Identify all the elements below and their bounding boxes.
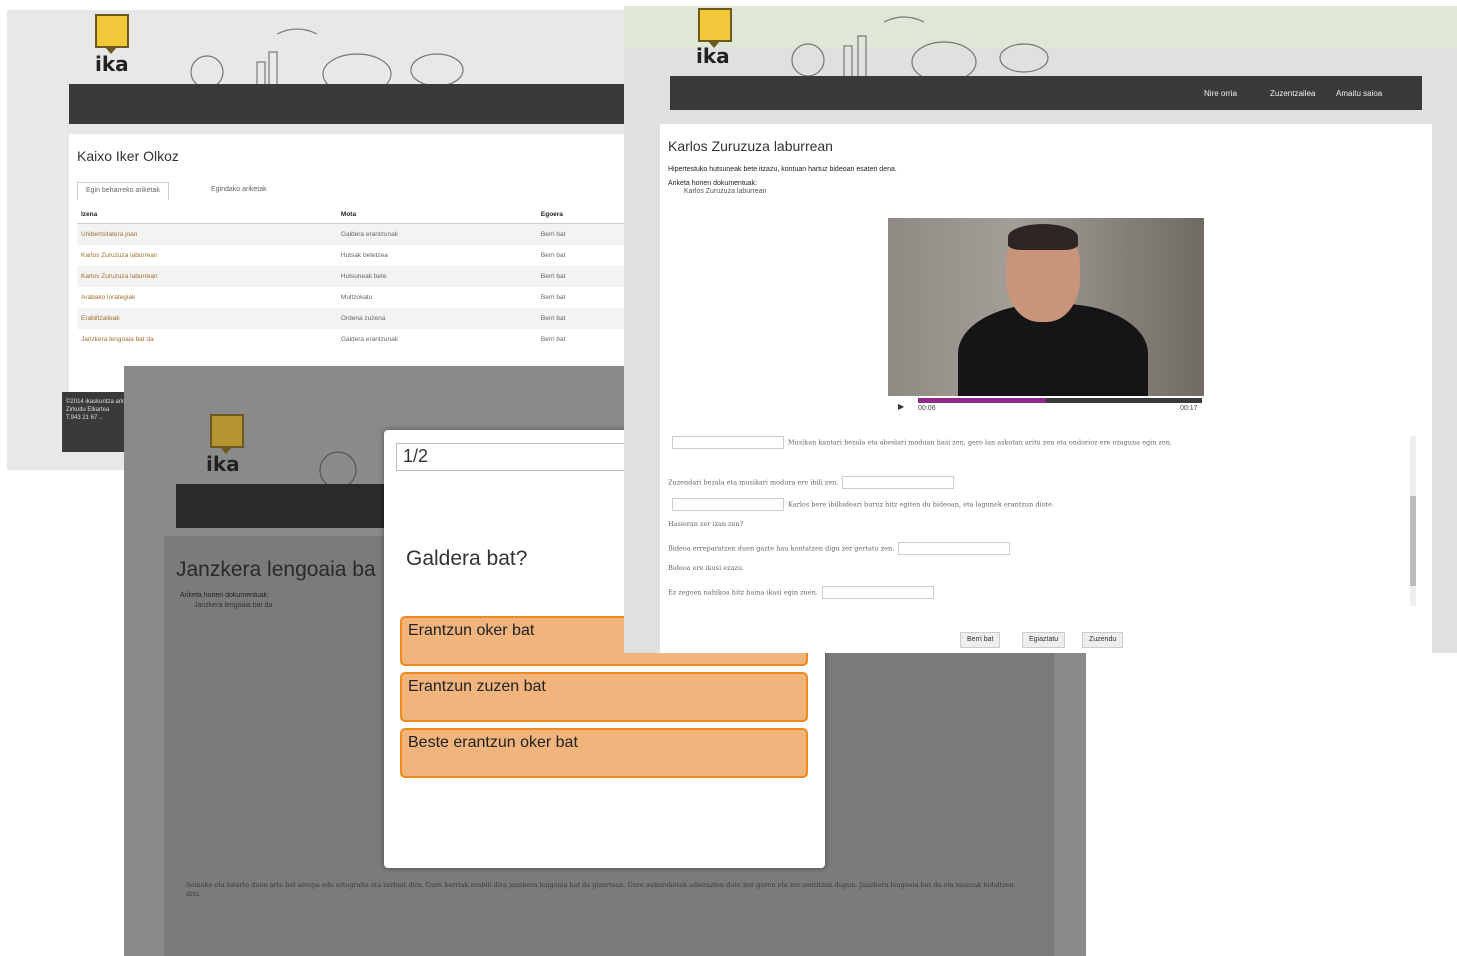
blank-input[interactable] [821,586,934,599]
document-link[interactable]: Karlos Zuruzuza laburrean [684,188,767,195]
scrollbar-thumb[interactable] [1410,496,1416,586]
video-player[interactable]: ▶ 00:06 00:17 [888,218,1204,418]
table-row: Karlos Zuruzuza laburrean Hutsuneak bete… [77,266,627,287]
video-progress-bar[interactable] [918,398,1202,403]
video-controls: ▶ 00:06 00:17 [888,396,1204,418]
document-link[interactable]: Janzkera lengoaia bat da [194,602,272,609]
table-row: Karlos Zuruzuza laburrean Hutsak betetze… [77,245,627,266]
table-row: Unibertsitatera joan Galdera erantzunak … [77,223,627,245]
table-row: Arabako lorategiak Multzokatu Berri bat [77,287,627,308]
documents-label: Ariketa honen dokumentuak: [180,592,270,599]
nav-my-page[interactable]: Nire orria [1204,89,1237,98]
exercise-text: Hasieran zer izan zen? [668,520,744,528]
main-content: Kaixo Iker Olkoz Egin beharreko ariketak… [69,134,627,394]
new-button[interactable]: Berri bat [960,632,1001,648]
exercise-text: Musikan kantari bezala eta abeslari modu… [788,438,1172,447]
exercise-line: Karlos bere ibilbideari buruz hitz egite… [668,498,1408,511]
exercise-description: Hipertestuko hutsuneak bete itzazu, kont… [668,166,897,173]
answer-option[interactable]: Beste erantzun oker bat [400,728,808,778]
col-header: Egoera [536,206,627,224]
exercise-line: Musikan kantari bezala eta abeslari modu… [668,436,1408,449]
answer-option[interactable]: Erantzun zuzen bat [400,672,808,722]
exercise-text: Bideoa erreparatzen duen gazte hau konta… [668,544,895,553]
exercise-line: Bideoa ere ikusi ezazu. [668,564,1408,572]
play-icon[interactable]: ▶ [898,402,904,411]
correct-button[interactable]: Zuzendu [1082,632,1124,648]
col-header: Izena [77,206,337,224]
exercise-text: Bideoa ere ikusi ezazu. [668,564,745,572]
table-row: Janzkera lengoaia bat da Galdera erantzu… [77,329,627,350]
scrollbar[interactable] [1410,436,1416,606]
time-total: 00:17 [1180,405,1198,412]
table-cell: Galdera erantzunak [340,336,399,343]
page-title: Karlos Zuruzuza laburrean [668,138,833,154]
ika-logo-icon[interactable] [698,8,732,48]
check-button[interactable]: Egiaztatu [1022,632,1066,648]
logo-text: ika [206,452,240,476]
exercises-table: Izena Mota Egoera Unibertsitatera joan G… [77,206,627,350]
table-cell: Berri bat [536,266,627,287]
table-cell: Ordena zuzena [336,308,537,329]
table-row: Erabiltzaileak Ordena zuzena Berri bat [77,308,627,329]
exercise-link[interactable]: Karlos Zuruzuza laburrean [77,266,337,287]
blank-input[interactable] [842,476,955,489]
exercise-text: Zuzendari bezala eta musikari modura ere… [668,478,839,487]
table-cell: Hutsuneak bete [336,266,537,287]
table-header-row: Izena Mota Egoera [77,206,627,224]
header-navbar: Nire orria Zuzentzailea Amaitu saioa [670,76,1422,110]
exercise-text: Ez zegoen nahikoa hitz baina ikasi egin … [668,588,818,597]
table-cell: Berri bat [540,294,566,301]
tab-done[interactable]: Egindako ariketak [203,182,275,200]
page-title: Kaixo Iker Olkoz [77,148,179,164]
blank-input[interactable] [672,498,784,511]
exercise-link[interactable]: Unibertsitatera joan [77,223,337,245]
table-cell: Hutsak betetzea [340,252,388,259]
ika-logo-icon[interactable] [95,14,129,54]
header-navbar [176,484,386,528]
documents-label: Ariketa honen dokumentuak: [668,180,758,187]
time-current: 00:06 [918,405,936,412]
video-person-hair [1008,224,1078,250]
logo-text: ika [696,44,730,68]
logo-text: ika [95,52,129,76]
table-cell: Berri bat [540,336,566,343]
blank-input[interactable] [898,542,1011,555]
exercise-line: Ez zegoen nahikoa hitz baina ikasi egin … [668,586,1408,599]
exercise-link[interactable]: Karlos Zuruzuza laburrean [77,245,337,266]
exercise-link[interactable]: Erabiltzaileak [77,308,337,329]
exercise-text: Karlos bere ibilbideari buruz hitz egite… [788,500,1055,509]
screenshot-video-exercise: ika Nire orria Zuzentzailea Amaitu saioa… [624,6,1457,653]
table-cell: Multzokatu [340,294,373,301]
nav-corrector[interactable]: Zuzentzailea [1270,89,1315,98]
video-progress-fill [918,398,1046,403]
table-cell: Berri bat [536,223,627,245]
exercise-line: Zuzendari bezala eta musikari modura ere… [668,476,1408,489]
exercise-text: Soineko eta bitarte duen arte bat arropa… [186,881,1014,898]
exercise-link[interactable]: Janzkera lengoaia bat da [77,329,337,350]
page-title: Janzkera lengoaia ba [176,558,376,581]
exercise-link[interactable]: Arabako lorategiak [77,287,337,308]
table-cell: Berri bat [536,308,627,329]
table-cell: Galdera erantzunak [336,223,537,245]
exercise-line: Bideoa erreparatzen duen gazte hau konta… [668,542,1408,555]
col-header: Mota [336,206,537,224]
ika-logo-icon[interactable] [210,414,244,454]
tab-pending[interactable]: Egin beharreko ariketak [77,182,169,200]
header-navbar [69,84,627,124]
question-text: Galdera bat? [406,547,528,570]
table-cell: Berri bat [540,252,566,259]
nav-logout[interactable]: Amaitu saioa [1336,89,1382,98]
blank-input[interactable] [672,436,784,449]
exercise-line: Hasieran zer izan zen? [668,520,1408,528]
